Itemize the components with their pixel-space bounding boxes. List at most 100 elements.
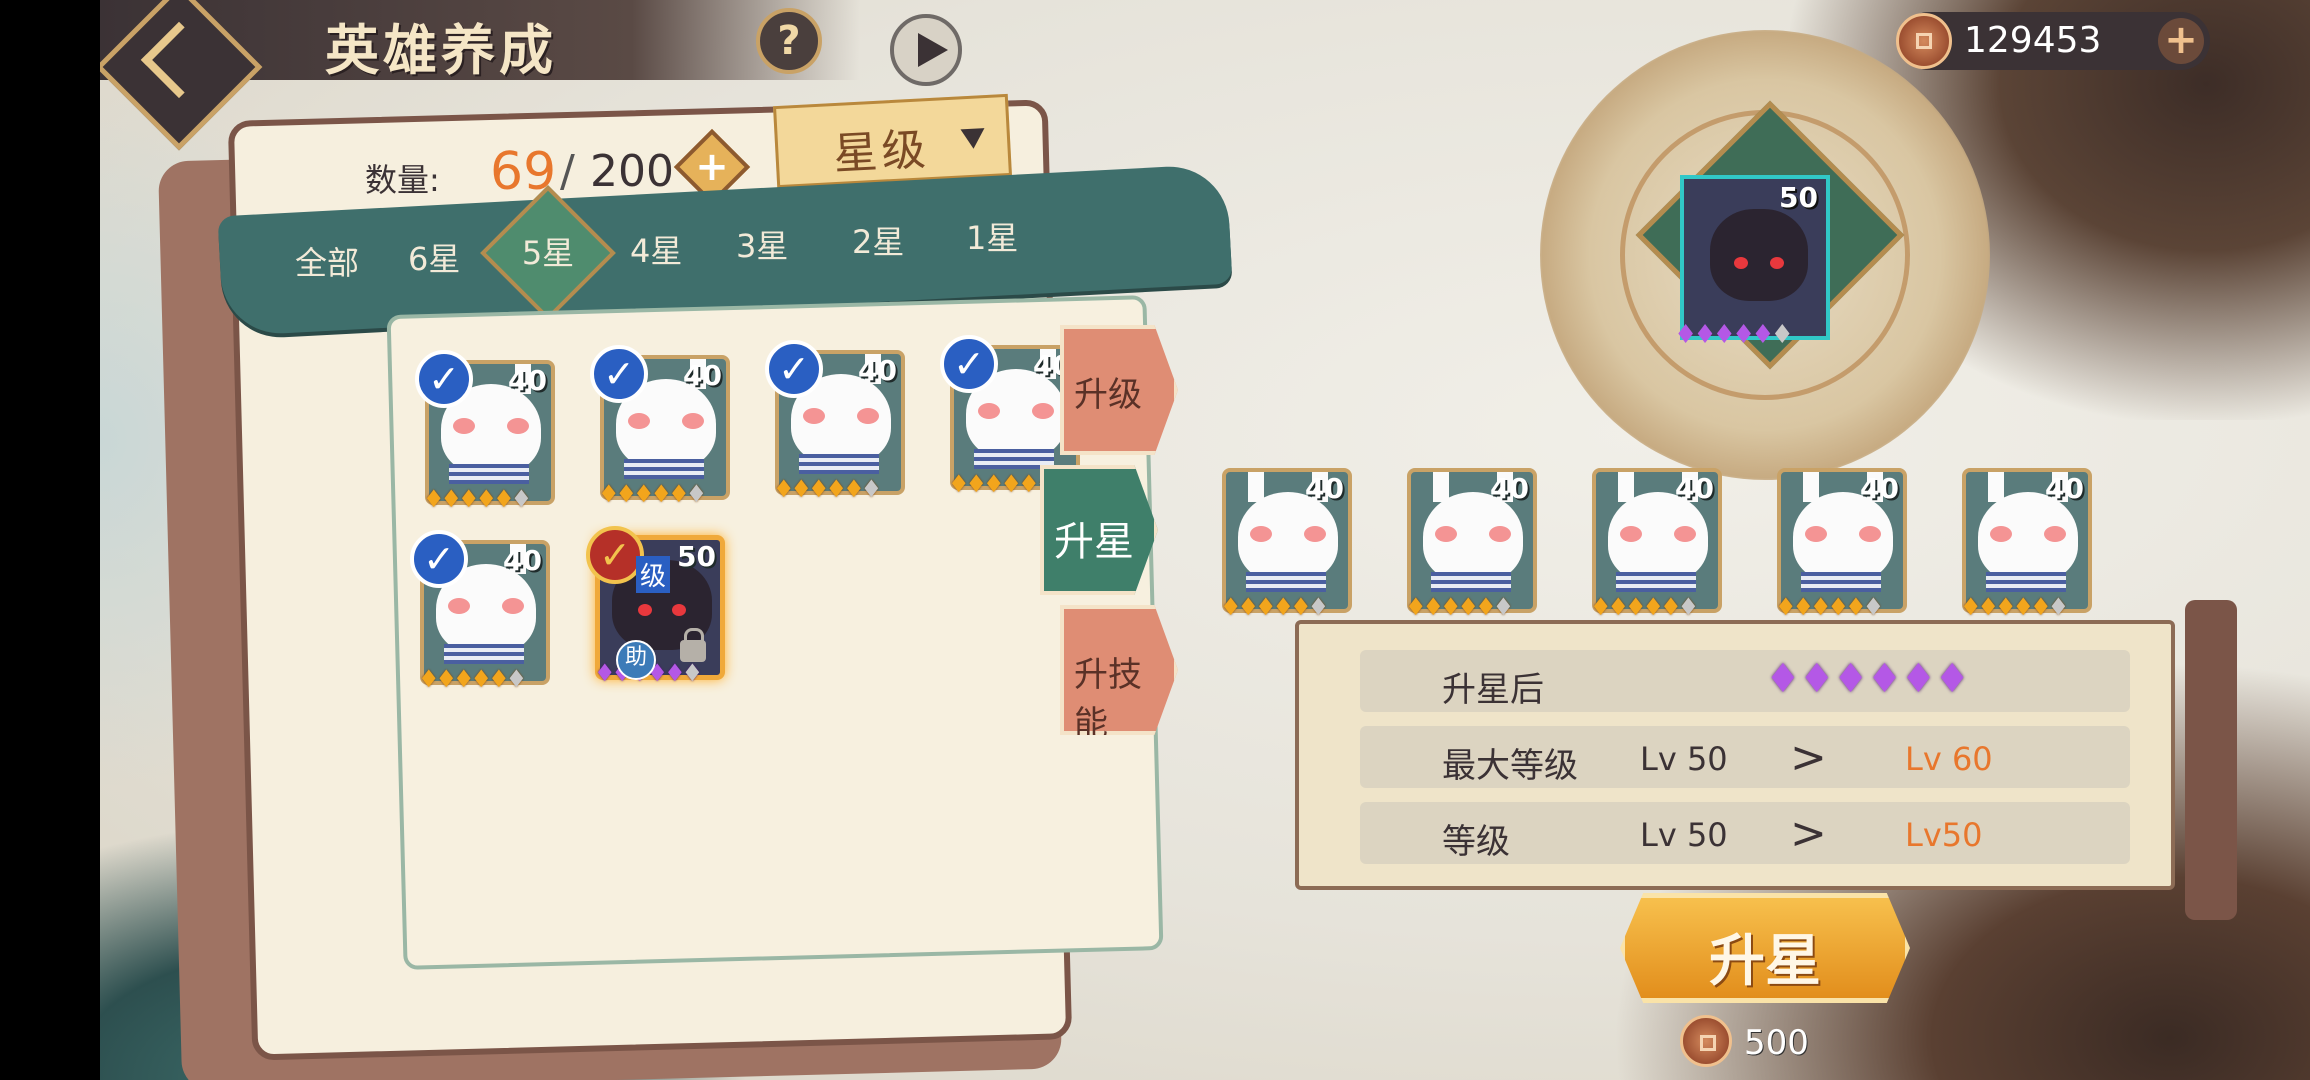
- star-icon: ♦: [1765, 656, 1801, 702]
- page-title: 英雄养成: [325, 19, 557, 82]
- star-icon: ♦: [423, 485, 444, 513]
- star-icon: ♦: [1866, 656, 1903, 702]
- side-tab-1[interactable]: 升星: [1040, 465, 1158, 595]
- game-screen: 英雄养成 ? 129453 + 数量: 69 / 200 + 星级 全部 6星 5星…: [100, 0, 2310, 1080]
- star-icon: ♦: [475, 485, 497, 513]
- star-icon: ♦: [1712, 320, 1736, 350]
- hero-star-rating: ♦♦♦♦♦♦: [1775, 593, 1884, 621]
- hero-card[interactable]: 40♦♦♦♦♦♦✓: [765, 340, 905, 503]
- level-label: 等级: [1442, 822, 1510, 862]
- hero-tag: 级: [636, 556, 671, 593]
- star-icon: ♦: [1422, 593, 1444, 621]
- star-up-button[interactable]: 升星: [1620, 893, 1910, 1003]
- assist-badge: 助: [616, 640, 656, 680]
- quantity-separator: /: [560, 146, 575, 197]
- star-icon: ♦: [843, 475, 864, 503]
- play-icon: [918, 33, 948, 67]
- star-icon: ♦: [1590, 593, 1611, 621]
- star-icon: ♦: [668, 480, 689, 508]
- star-icon: ♦: [1674, 320, 1697, 350]
- checkmark-icon: ✓: [940, 335, 998, 393]
- hero-star-rating: ♦♦♦♦♦♦: [418, 665, 527, 693]
- quantity-label: 数量:: [365, 161, 440, 199]
- star-icon: ♦: [1272, 593, 1294, 621]
- level-row: 等级 Lv 50 > Lv50: [1360, 802, 2130, 864]
- tab-6[interactable]: 1星: [966, 213, 1018, 259]
- star-icon: ♦: [435, 665, 457, 693]
- empty-star-icon: ♦: [685, 480, 707, 508]
- help-button[interactable]: ?: [756, 8, 822, 74]
- star-icon: ♦: [1900, 656, 1936, 702]
- level-to: Lv50: [1905, 816, 1983, 854]
- star-icon: ♦: [965, 470, 987, 498]
- star-icon: ♦: [1995, 593, 2016, 621]
- star-icon: ♦: [1731, 320, 1755, 350]
- star-icon: ♦: [615, 480, 637, 508]
- after-star-rating: ♦♦♦♦♦♦: [1765, 656, 1970, 702]
- hero-outfit: [1616, 572, 1696, 592]
- hero-star-rating: ♦♦♦♦♦♦: [1405, 593, 1514, 621]
- target-hero-card[interactable]: 50 ♦♦♦♦♦♦: [1674, 175, 1830, 350]
- star-icon: ♦: [948, 470, 969, 498]
- hero-outfit: [1801, 572, 1881, 592]
- hero-card[interactable]: 40♦♦♦♦♦♦✓: [590, 345, 730, 508]
- side-tab-2[interactable]: 升技能: [1060, 605, 1178, 735]
- tab-4[interactable]: 3星: [736, 221, 788, 267]
- hero-portrait: [1793, 492, 1893, 582]
- side-tab-label: 升星: [1054, 519, 1134, 565]
- sort-dropdown[interactable]: 星级: [773, 93, 1012, 189]
- hero-portrait: [1238, 492, 1338, 582]
- lock-icon: [680, 628, 706, 662]
- tab-1[interactable]: 6星: [408, 234, 460, 280]
- add-currency-button[interactable]: +: [2158, 18, 2204, 64]
- star-icon: ♦: [664, 659, 685, 687]
- hero-outfit: [1246, 572, 1326, 592]
- star-icon: ♦: [1832, 656, 1869, 702]
- play-button[interactable]: [890, 14, 962, 86]
- hero-outfit: [1431, 572, 1511, 592]
- empty-star-icon: ♦: [1307, 593, 1329, 621]
- hero-level: 40: [508, 364, 547, 397]
- material-card[interactable]: 40 ♦♦♦♦♦♦: [1960, 468, 2092, 621]
- hero-card[interactable]: 50♦♦♦♦♦♦✓级助: [586, 526, 725, 687]
- material-card[interactable]: 40 ♦♦♦♦♦♦: [1775, 468, 1907, 621]
- hero-level: 40: [1305, 472, 1344, 505]
- star-icon: ♦: [1625, 593, 1646, 621]
- sort-dropdown-label: 星级: [832, 124, 931, 181]
- star-icon: ♦: [1845, 593, 1866, 621]
- star-icon: ♦: [1660, 593, 1681, 621]
- max-level-to: Lv 60: [1905, 740, 1993, 778]
- star-icon: ♦: [1960, 593, 1981, 621]
- tab-0[interactable]: 全部: [295, 238, 359, 284]
- checkmark-icon: ✓: [410, 530, 468, 588]
- star-icon: ♦: [1827, 593, 1849, 621]
- material-card[interactable]: 40 ♦♦♦♦♦♦: [1220, 468, 1352, 621]
- scroll-rod: [2185, 600, 2237, 920]
- empty-star-icon: ♦: [1862, 593, 1884, 621]
- star-icon: ♦: [493, 485, 514, 513]
- star-icon: ♦: [1405, 593, 1426, 621]
- empty-star-icon: ♦: [2047, 593, 2069, 621]
- star-icon: ♦: [1775, 593, 1796, 621]
- hero-level: 40: [683, 359, 722, 392]
- hero-card[interactable]: 40♦♦♦♦♦♦✓: [415, 350, 555, 513]
- star-icon: ♦: [633, 480, 654, 508]
- arrow-icon: >: [1790, 808, 1827, 859]
- hero-outfit: [624, 459, 704, 479]
- tab-3[interactable]: 4星: [630, 226, 682, 272]
- hero-star-rating: ♦♦♦♦♦♦: [1220, 593, 1329, 621]
- star-icon: ♦: [773, 475, 794, 503]
- empty-star-icon: ♦: [505, 665, 527, 693]
- arrow-icon: >: [1790, 732, 1827, 783]
- star-icon: ♦: [470, 665, 492, 693]
- star-up-button-label: 升星: [1709, 929, 1821, 994]
- empty-star-icon: ♦: [681, 659, 703, 687]
- empty-star-icon: ♦: [1770, 320, 1794, 350]
- star-icon: ♦: [458, 485, 479, 513]
- hero-star-rating: ♦♦♦♦♦♦: [1960, 593, 2069, 621]
- side-tab-0[interactable]: 升级: [1060, 325, 1178, 455]
- material-card[interactable]: 40 ♦♦♦♦♦♦: [1590, 468, 1722, 621]
- material-card[interactable]: 40 ♦♦♦♦♦♦: [1405, 468, 1537, 621]
- hero-card[interactable]: 40♦♦♦♦♦♦✓: [410, 530, 550, 693]
- tab-5[interactable]: 2星: [852, 217, 904, 263]
